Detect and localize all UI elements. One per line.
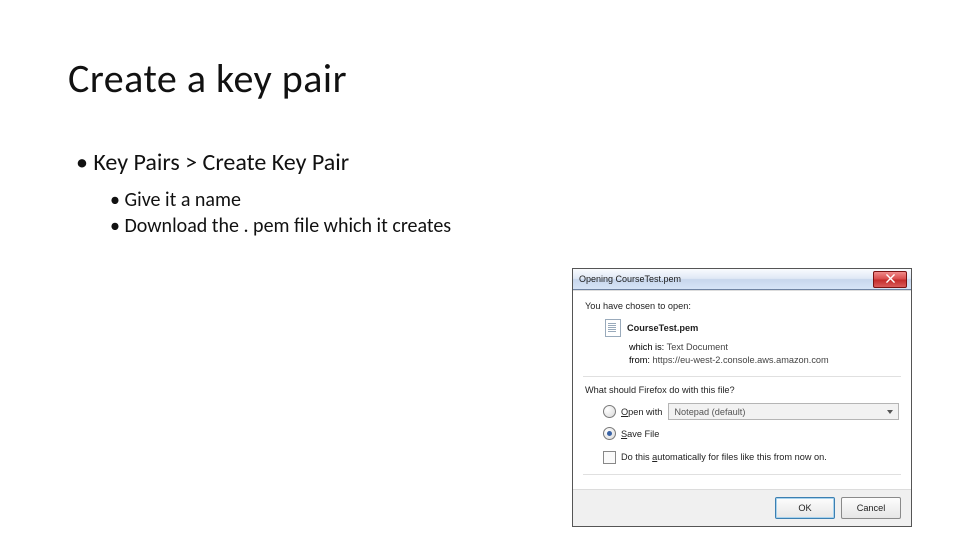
auto-checkbox-row[interactable]: Do this automatically for files like thi…	[603, 451, 899, 464]
which-is-label: which is:	[629, 342, 664, 352]
app-select[interactable]: Notepad (default)	[668, 403, 899, 420]
app-select-value: Notepad (default)	[674, 407, 745, 417]
open-with-radio-row[interactable]: Open with Notepad (default)	[603, 403, 899, 421]
bullet-level1: Key Pairs > Create Key Pair	[76, 148, 349, 177]
dialog-title-text: Opening CourseTest.pem	[579, 274, 681, 284]
filename: CourseTest.pem	[627, 323, 698, 333]
bullet-level2-download: Download the . pem file which it creates	[110, 214, 451, 238]
auto-label: Do this automatically for files like thi…	[621, 452, 827, 462]
intro-text: You have chosen to open:	[585, 301, 899, 311]
file-meta: which is: Text Document from: https://eu…	[629, 341, 899, 368]
which-is-value: Text Document	[667, 342, 728, 352]
dialog-footer: OK Cancel	[573, 489, 911, 526]
save-file-radio-row[interactable]: Save File	[603, 425, 899, 443]
dialog-titlebar[interactable]: Opening CourseTest.pem	[573, 269, 911, 290]
file-row: CourseTest.pem	[605, 319, 899, 337]
slide-title: Create a key pair	[68, 54, 347, 103]
auto-checkbox[interactable]	[603, 451, 616, 464]
open-with-label: Open with	[621, 407, 662, 417]
question-text: What should Firefox do with this file?	[585, 385, 899, 395]
separator	[583, 474, 901, 475]
separator	[583, 376, 901, 377]
document-icon	[605, 319, 621, 337]
download-dialog: Opening CourseTest.pem You have chosen t…	[572, 268, 912, 527]
ok-button[interactable]: OK	[775, 497, 835, 519]
from-value: https://eu-west-2.console.aws.amazon.com	[653, 355, 829, 365]
radio-save-file[interactable]	[603, 427, 616, 440]
save-file-label: Save File	[621, 429, 659, 439]
close-button[interactable]	[873, 271, 907, 288]
close-icon	[886, 274, 895, 285]
bullet-level2-name: Give it a name	[110, 188, 241, 212]
radio-open-with[interactable]	[603, 405, 616, 418]
cancel-button[interactable]: Cancel	[841, 497, 901, 519]
from-label: from:	[629, 355, 650, 365]
dialog-body: You have chosen to open: CourseTest.pem …	[573, 290, 911, 489]
